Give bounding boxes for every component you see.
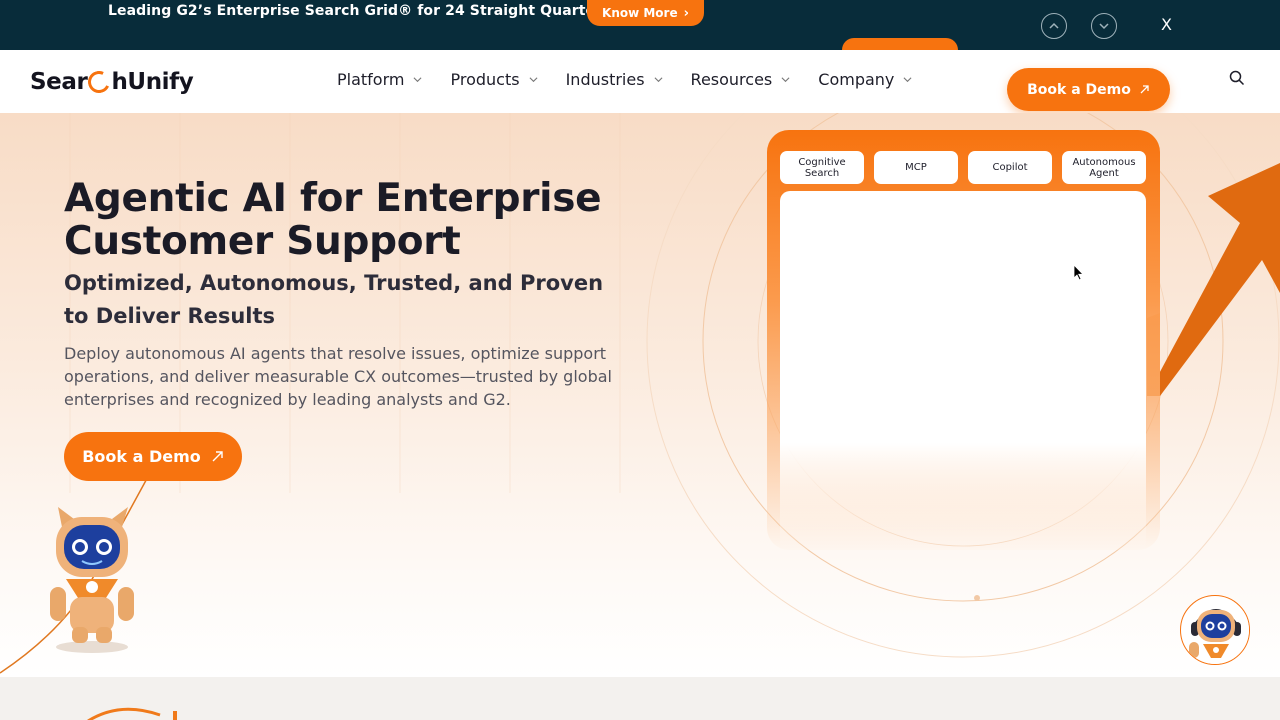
book-demo-label: Book a Demo (1027, 81, 1131, 98)
tab-cognitive-search[interactable]: Cognitive Search (780, 151, 864, 184)
nav-label: Industries (565, 70, 645, 89)
announcement-prev-button[interactable] (1041, 13, 1067, 39)
searchunify-logo[interactable]: Sear hUnify (30, 67, 194, 97)
chat-launcher-button[interactable] (1180, 595, 1250, 665)
next-section (0, 677, 1280, 720)
hero-subtitle: Optimized, Autonomous, Trusted, and Prov… (64, 271, 604, 328)
tab-copilot[interactable]: Copilot (968, 151, 1052, 184)
chevron-down-icon (654, 77, 663, 83)
chat-bot-avatar-icon (1182, 597, 1249, 664)
hero-section: Agentic AI for Enterprise Customer Suppo… (0, 113, 1280, 677)
nav-label: Platform (337, 70, 405, 89)
announcement-next-button[interactable] (1091, 13, 1117, 39)
nav-label: Company (818, 70, 895, 89)
chevron-right-icon: › (683, 5, 689, 21)
logo-text-left: Sear (30, 69, 88, 95)
chevron-down-icon (903, 77, 912, 83)
nav-item-company[interactable]: Company (818, 70, 912, 89)
nav-item-resources[interactable]: Resources (691, 70, 791, 89)
book-demo-header-button[interactable]: Book a Demo (1007, 68, 1170, 111)
robot-mascot-icon (50, 507, 134, 653)
announcement-close-button[interactable]: X (1161, 15, 1172, 34)
chevron-up-icon (1049, 22, 1059, 29)
nav-item-industries[interactable]: Industries (566, 70, 663, 89)
announcement-text: Leading G2’s Enterprise Search Grid® for… (108, 3, 611, 19)
product-tabs: Cognitive Search MCP Copilot Autonomous … (780, 151, 1146, 184)
tab-autonomous-agent[interactable]: Autonomous Agent (1062, 151, 1146, 184)
product-showcase-card: Cognitive Search MCP Copilot Autonomous … (767, 130, 1160, 551)
know-more-button[interactable]: Know More › (587, 0, 704, 26)
chevron-down-icon (781, 77, 790, 83)
announcement-next-slide-edge (842, 38, 958, 50)
book-demo-hero-button[interactable]: Book a Demo (64, 432, 242, 481)
logo-text-right: hUnify (111, 69, 194, 95)
site-header: Sear hUnify Platform Products Industries… (0, 50, 1280, 113)
orange-arc-decoration (87, 707, 177, 720)
book-demo-label: Book a Demo (82, 447, 201, 466)
arrow-up-right-icon (1140, 85, 1149, 94)
tab-mcp[interactable]: MCP (874, 151, 958, 184)
hero-description: Deploy autonomous AI agents that resolve… (64, 344, 612, 409)
nav-label: Resources (690, 70, 773, 89)
nav-item-platform[interactable]: Platform (337, 70, 422, 89)
arrow-up-right-icon (212, 451, 223, 462)
logo-c-mark-icon (85, 67, 114, 97)
chevron-down-icon (1099, 23, 1109, 30)
nav-item-products[interactable]: Products (450, 70, 538, 89)
main-nav: Platform Products Industries Resources C… (337, 70, 940, 89)
announcement-bar: Leading G2’s Enterprise Search Grid® for… (0, 0, 1280, 50)
hero-title: Agentic AI for Enterprise Customer Suppo… (64, 176, 602, 264)
product-preview-panel (780, 191, 1146, 551)
chevron-down-icon (529, 77, 538, 83)
search-icon[interactable] (1229, 70, 1245, 86)
chevron-down-icon (414, 77, 422, 83)
mouse-cursor-icon (1074, 265, 1084, 281)
nav-label: Products (450, 70, 520, 89)
know-more-label: Know More (602, 6, 678, 20)
